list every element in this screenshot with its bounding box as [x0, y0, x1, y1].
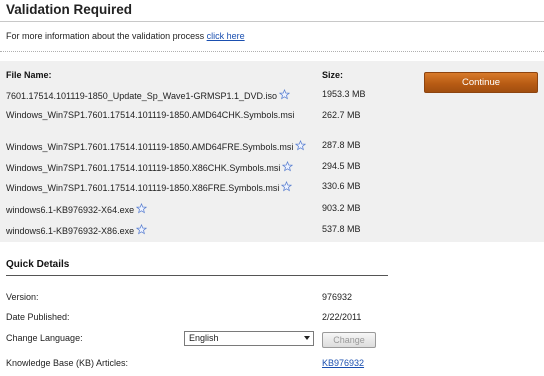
change-language-label: Change Language:: [6, 333, 83, 343]
file-name: 7601.17514.101119-1850_Update_Sp_Wave1-G…: [6, 89, 291, 101]
file-row[interactable]: Windows_Win7SP1.7601.17514.101119-1850.X…: [0, 181, 400, 201]
star-icon[interactable]: [295, 140, 307, 151]
size-header: Size:: [322, 70, 344, 80]
file-size: 537.8 MB: [322, 224, 361, 234]
file-row[interactable]: Windows_Win7SP1.7601.17514.101119-1850.X…: [0, 161, 400, 181]
file-size: 294.5 MB: [322, 161, 361, 171]
file-name: Windows_Win7SP1.7601.17514.101119-1850.X…: [6, 161, 294, 173]
file-size: 287.8 MB: [322, 140, 361, 150]
file-size: 1953.3 MB: [322, 89, 366, 99]
file-row[interactable]: windows6.1-KB976932-X86.exe 537.8 MB: [0, 224, 400, 244]
kb-articles-label: Knowledge Base (KB) Articles:: [6, 358, 129, 368]
language-selected-value: English: [189, 333, 219, 343]
star-icon[interactable]: [281, 181, 293, 192]
info-line: For more information about the validatio…: [6, 31, 245, 41]
title-bar: Validation Required: [0, 0, 544, 22]
chevron-down-icon: [304, 336, 310, 340]
file-row[interactable]: Windows_Win7SP1.7601.17514.101119-1850.A…: [0, 110, 400, 130]
file-name: Windows_Win7SP1.7601.17514.101119-1850.A…: [6, 140, 307, 152]
kb-article-link[interactable]: KB976932: [322, 358, 364, 368]
star-icon[interactable]: [136, 203, 148, 214]
file-size: 330.6 MB: [322, 181, 361, 191]
file-name-header: File Name:: [6, 70, 52, 80]
info-text: For more information about the validatio…: [6, 31, 207, 41]
date-published-value: 2/22/2011: [322, 312, 362, 322]
separator: [0, 51, 544, 52]
language-select[interactable]: English: [184, 331, 314, 346]
click-here-link[interactable]: click here: [207, 31, 245, 41]
version-value: 976932: [322, 292, 353, 302]
file-name: Windows_Win7SP1.7601.17514.101119-1850.X…: [6, 181, 293, 193]
file-size: 903.2 MB: [322, 203, 361, 213]
file-row[interactable]: Windows_Win7SP1.7601.17514.101119-1850.A…: [0, 140, 400, 160]
file-row[interactable]: windows6.1-KB976932-X64.exe 903.2 MB: [0, 203, 400, 223]
file-name: Windows_Win7SP1.7601.17514.101119-1850.A…: [6, 110, 295, 120]
file-row[interactable]: 7601.17514.101119-1850_Update_Sp_Wave1-G…: [0, 89, 400, 109]
version-label: Version:: [6, 292, 39, 302]
page-title: Validation Required: [6, 2, 133, 17]
star-icon[interactable]: [136, 224, 148, 235]
file-size: 262.7 MB: [322, 110, 361, 120]
files-panel: File Name: Size: Continue 7601.17514.101…: [0, 61, 544, 242]
change-button[interactable]: Change: [322, 332, 376, 348]
kb-article-cell: KB976932: [322, 358, 364, 368]
star-icon[interactable]: [282, 161, 294, 172]
continue-button[interactable]: Continue: [424, 72, 538, 93]
star-icon[interactable]: [279, 89, 291, 100]
file-name: windows6.1-KB976932-X64.exe: [6, 203, 148, 215]
file-name: windows6.1-KB976932-X86.exe: [6, 224, 148, 236]
date-published-label: Date Published:: [6, 312, 70, 322]
quick-details-heading: Quick Details: [6, 259, 70, 270]
quick-details-rule: [6, 275, 388, 276]
